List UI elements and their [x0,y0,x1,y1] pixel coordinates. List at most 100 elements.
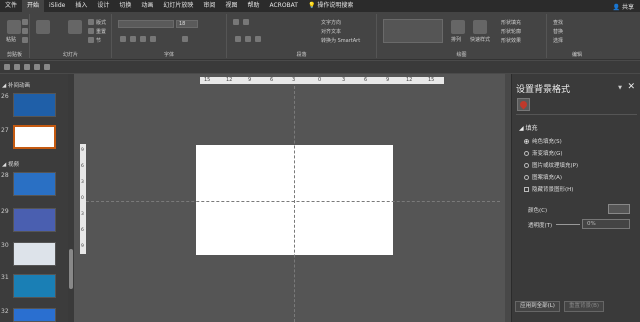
tab-home[interactable]: 开始 [22,0,45,12]
format-painter-icon[interactable] [22,37,28,43]
slide-thumbnail-27[interactable] [13,125,56,149]
slide-thumbnail-32[interactable] [13,308,56,322]
convert-smartart-button[interactable]: 转换为 SmartArt [321,37,360,44]
slide-thumbnail-29[interactable] [13,208,56,232]
save-icon[interactable] [4,64,10,70]
gradient-fill-option[interactable]: 渐变填充(G) [524,149,563,157]
tab-review[interactable]: 审阅 [198,0,220,12]
start-slideshow-icon[interactable] [34,64,40,70]
font-family-combo[interactable] [118,20,174,28]
horizontal-guide[interactable] [86,201,500,202]
cut-icon[interactable] [22,19,28,25]
tab-file[interactable]: 文件 [0,0,22,12]
pane-scrollbar[interactable] [634,74,639,322]
tab-acrobat[interactable]: ACROBAT [264,0,303,12]
slide-editing-area: 15 12 9 6 3 0 3 6 9 12 15 9 6 3 0 3 6 9 [74,74,511,322]
find-button[interactable]: 查找 [553,19,563,26]
hide-bg-checkbox[interactable] [524,186,529,192]
tell-me-search[interactable]: 💡 操作说明搜索 [303,0,358,12]
text-direction-button[interactable]: 文字方向 [321,19,341,26]
section-label[interactable]: 节 [96,37,101,44]
tab-transitions[interactable]: 切换 [114,0,136,12]
shape-fill-button[interactable]: 形状填充 [501,19,521,26]
font-size-combo[interactable]: 18 [176,20,198,28]
ribbon: 粘贴 剪贴板 版式 重置 节 幻灯片 18 字体 文字方向 对齐文本 转换为 S… [0,12,640,60]
tab-islide[interactable]: iSlide [44,0,70,12]
paragraph-group: 文字方向 对齐文本 转换为 SmartArt 段落 [227,14,377,58]
shapes-gallery[interactable] [383,19,443,43]
slide-thumbnail-28[interactable] [13,172,56,196]
tab-slideshow[interactable]: 幻灯片放映 [158,0,198,12]
ruler-tick: 15 [204,77,211,83]
section-icon[interactable] [88,37,94,43]
reset-icon[interactable] [88,28,94,34]
arrange-icon[interactable] [451,20,465,34]
slides-group: 版式 重置 节 幻灯片 [30,14,112,58]
italic-icon[interactable] [130,36,136,42]
tab-insert[interactable]: 插入 [70,0,92,12]
paint-bucket-icon [518,99,529,110]
align-left-icon[interactable] [235,36,241,42]
select-button[interactable]: 选择 [553,37,563,44]
gradient-fill-radio[interactable] [524,150,529,156]
layout-label[interactable]: 版式 [96,19,106,26]
align-center-icon[interactable] [245,36,251,42]
font-color-icon[interactable] [182,36,188,42]
hide-background-graphics-option[interactable]: 隐藏背景图形(H) [524,185,573,193]
transparency-slider[interactable] [556,224,580,225]
vertical-guide[interactable] [294,86,295,322]
numbering-icon[interactable] [243,19,249,25]
tell-me-label: 操作说明搜索 [317,2,354,9]
tab-view[interactable]: 视图 [220,0,242,12]
fill-category-icon[interactable] [517,98,530,111]
slide-number: 27 [1,127,9,134]
pattern-fill-radio[interactable] [524,174,529,180]
solid-fill-radio[interactable] [524,138,529,144]
ruler-tick: 9 [386,77,390,83]
reset-label[interactable]: 重置 [96,28,106,35]
replace-button[interactable]: 替换 [553,28,563,35]
paste-icon[interactable] [7,20,21,34]
solid-fill-option[interactable]: 纯色填充(S) [524,137,562,145]
slide-thumbnail-26[interactable] [13,93,56,117]
color-picker-button[interactable] [608,204,630,214]
quick-styles-label[interactable]: 快速样式 [470,36,490,43]
redo-icon[interactable] [24,64,30,70]
picture-texture-fill-option[interactable]: 图片或纹理填充(P) [524,161,578,169]
tab-animations[interactable]: 动画 [136,0,158,12]
pattern-fill-option[interactable]: 图案填充(A) [524,173,562,181]
reuse-slides-icon[interactable] [68,20,82,34]
bold-icon[interactable] [120,36,126,42]
quick-styles-icon[interactable] [473,20,487,34]
share-button[interactable]: 👤 共享 [613,2,640,11]
arrange-label[interactable]: 排列 [451,36,461,43]
reset-background-button[interactable]: 重置背景(B) [564,301,604,312]
section-header-video[interactable]: ◢ 视频 [2,160,19,168]
tab-design[interactable]: 设计 [92,0,114,12]
shape-outline-button[interactable]: 形状轮廓 [501,28,521,35]
pane-options-chevron-icon[interactable]: ▼ [618,85,622,91]
slide-thumbnail-30[interactable] [13,242,56,266]
apply-to-all-button[interactable]: 应用到全部(L) [515,301,560,312]
section-header-tween-animation[interactable]: ◢ 补间动画 [2,81,30,89]
layout-icon[interactable] [88,19,94,25]
slide-thumbnail-31[interactable] [13,274,56,298]
align-right-icon[interactable] [255,36,261,42]
thumbnails-scroll-thumb[interactable] [69,249,73,289]
customize-qat-icon[interactable] [44,64,50,70]
paste-button-label[interactable]: 粘贴 [6,36,16,43]
transparency-input[interactable]: 0% [582,219,630,229]
strikethrough-icon[interactable] [150,36,156,42]
align-text-button[interactable]: 对齐文本 [321,28,341,35]
undo-icon[interactable] [14,64,20,70]
shape-effects-button[interactable]: 形状效果 [501,37,521,44]
slides-group-label: 幻灯片 [62,52,78,58]
tab-help[interactable]: 帮助 [242,0,264,12]
bullets-icon[interactable] [233,19,239,25]
copy-icon[interactable] [22,28,28,34]
new-slide-icon[interactable] [36,20,50,34]
underline-icon[interactable] [140,36,146,42]
person-icon: 👤 [612,3,621,11]
fill-section-header[interactable]: ◢ 填充 [519,123,538,132]
picture-fill-radio[interactable] [524,162,529,168]
